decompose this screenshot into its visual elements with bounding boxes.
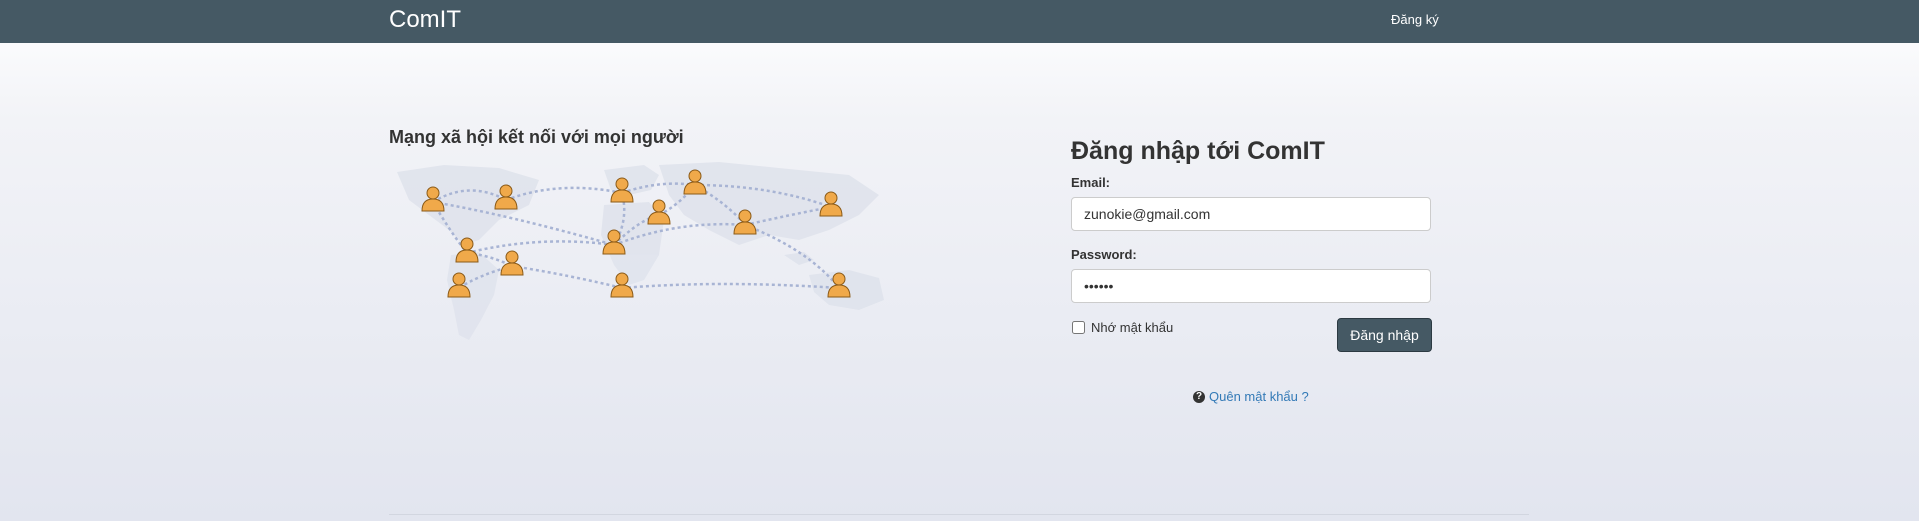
forgot-password-link[interactable]: ? Quên mật khẩu ? [1193, 389, 1309, 404]
top-navbar: ComIT Đăng ký [0, 0, 1919, 43]
remember-checkbox[interactable] [1072, 321, 1085, 334]
question-circle-icon: ? [1193, 390, 1205, 403]
footer-divider [389, 514, 1529, 515]
brand-logo[interactable]: ComIT [389, 6, 461, 34]
email-field[interactable] [1071, 197, 1431, 231]
password-label: Password: [1071, 247, 1137, 262]
forgot-password-label: Quên mật khẩu ? [1209, 389, 1309, 404]
email-label: Email: [1071, 175, 1111, 190]
login-title: Đăng nhập tới ComIT [1071, 137, 1325, 165]
register-link[interactable]: Đăng ký [1391, 11, 1439, 29]
world-network-illustration [397, 162, 884, 340]
remember-label: Nhớ mật khẩu [1091, 320, 1174, 335]
hero-tagline: Mạng xã hội kết nối với mọi người [389, 127, 684, 147]
remember-me: Nhớ mật khẩu [1071, 320, 1173, 335]
password-field[interactable] [1071, 269, 1431, 303]
login-button[interactable]: Đăng nhập [1337, 318, 1432, 352]
